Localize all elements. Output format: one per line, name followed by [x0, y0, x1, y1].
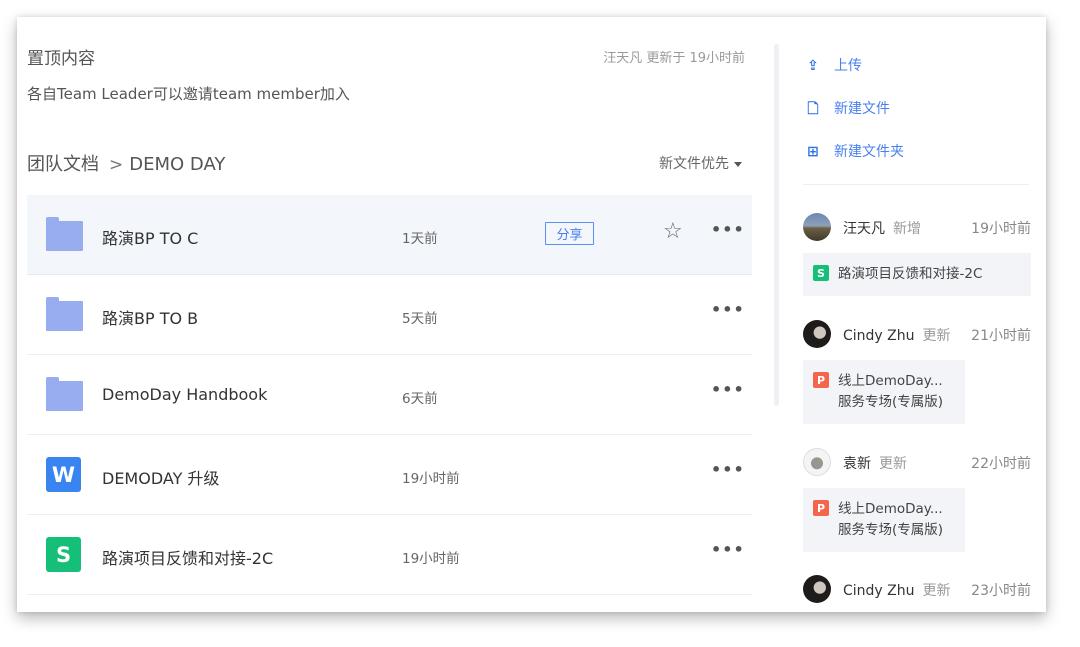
file-row[interactable]: 路演BP TO B 5天前 ••• — [27, 275, 752, 355]
file-name[interactable]: DEMODAY 升级 — [102, 465, 219, 489]
activity-file[interactable]: P 线上DemoDay...服务专场(专属版) — [803, 360, 965, 424]
new-folder-label: 新建文件夹 — [834, 144, 904, 160]
breadcrumb-root[interactable]: 团队文档 — [27, 154, 99, 175]
document-panel: 置顶内容 汪天凡 更新于 19小时前 各自Team Leader可以邀请team… — [17, 17, 1046, 612]
activity-item: Cindy Zhu 更新 21小时前 P 线上DemoDay...服务专场(专属版… — [803, 320, 1031, 424]
divider — [803, 184, 1029, 185]
share-button[interactable]: 分享 — [545, 222, 594, 245]
breadcrumb: 团队文档 > DEMO DAY — [27, 150, 225, 176]
file-list: 路演BP TO C 1天前 分享 ☆ ••• 路演BP TO B 5天前 •••… — [27, 195, 752, 595]
pinned-description[interactable]: 各自Team Leader可以邀请team member加入 — [27, 83, 350, 104]
file-row[interactable]: 路演BP TO C 1天前 分享 ☆ ••• — [27, 195, 752, 275]
activity-item: Cindy Zhu 更新 23小时前 — [803, 575, 1031, 603]
more-icon[interactable]: ••• — [711, 382, 745, 398]
breadcrumb-current: DEMO DAY — [129, 154, 226, 175]
activity-time: 21小时前 — [971, 328, 1031, 344]
file-time: 19小时前 — [402, 471, 460, 487]
new-file-label: 新建文件 — [834, 101, 890, 117]
file-name[interactable]: DemoDay Handbook — [102, 385, 267, 404]
avatar[interactable] — [803, 213, 831, 241]
activity-item: 汪天凡 新增 19小时前 S 路演项目反馈和对接-2C — [803, 213, 1031, 296]
activity-verb: 更新 — [879, 456, 907, 472]
avatar[interactable] — [803, 448, 831, 476]
file-name[interactable]: 路演BP TO C — [102, 225, 198, 249]
ppt-doc-icon: P — [813, 500, 829, 516]
more-icon[interactable]: ••• — [711, 542, 745, 558]
activity-file[interactable]: P 线上DemoDay...服务专场(专属版) — [803, 488, 965, 552]
activity-time: 22小时前 — [971, 456, 1031, 472]
file-name[interactable]: 路演BP TO B — [102, 305, 198, 329]
more-icon[interactable]: ••• — [711, 462, 745, 478]
pinned-title: 置顶内容 — [27, 49, 95, 69]
new-file-button[interactable]: 🗋 新建文件 — [804, 98, 890, 122]
activity-user[interactable]: 汪天凡 — [843, 221, 885, 237]
file-name[interactable]: 路演项目反馈和对接-2C — [102, 545, 273, 569]
file-row[interactable]: S 路演项目反馈和对接-2C 19小时前 ••• — [27, 515, 752, 595]
activity-user[interactable]: Cindy Zhu — [843, 328, 915, 344]
star-icon[interactable]: ☆ — [663, 221, 683, 243]
activity-file[interactable]: S 路演项目反馈和对接-2C — [803, 253, 1031, 296]
activity-file-name: 路演项目反馈和对接-2C — [838, 266, 983, 282]
avatar[interactable] — [803, 575, 831, 603]
activity-verb: 更新 — [922, 583, 951, 599]
activity-verb: 更新 — [922, 328, 951, 344]
folder-icon — [46, 377, 83, 411]
pinned-meta: 汪天凡 更新于 19小时前 — [603, 51, 745, 66]
file-time: 5天前 — [402, 311, 438, 327]
new-folder-icon: ⊞ — [807, 144, 819, 160]
activity-file-name: 线上DemoDay...服务专场(专属版) — [838, 501, 944, 538]
file-time: 19小时前 — [402, 551, 460, 567]
new-file-icon: 🗋 — [807, 101, 819, 117]
more-icon[interactable]: ••• — [711, 222, 745, 238]
activity-file-name: 线上DemoDay...服务专场(专属版) — [838, 373, 944, 410]
sort-dropdown[interactable]: 新文件优先 — [659, 153, 742, 173]
file-time: 1天前 — [402, 231, 438, 247]
sort-label: 新文件优先 — [659, 156, 729, 172]
sheet-doc-icon: S — [46, 537, 83, 572]
folder-icon — [46, 297, 83, 331]
more-icon[interactable]: ••• — [711, 302, 745, 318]
file-row[interactable]: W DEMODAY 升级 19小时前 ••• — [27, 435, 752, 515]
activity-item: 袁新 更新 22小时前 P 线上DemoDay...服务专场(专属版) — [803, 448, 1031, 552]
sheet-doc-icon: S — [813, 265, 829, 281]
file-row[interactable]: DemoDay Handbook 6天前 ••• — [27, 355, 752, 435]
caret-down-icon — [734, 161, 742, 167]
word-doc-icon: W — [46, 457, 83, 492]
activity-user[interactable]: Cindy Zhu — [843, 583, 915, 599]
activity-verb: 新增 — [893, 221, 921, 237]
new-folder-button[interactable]: ⊞ 新建文件夹 — [804, 141, 904, 161]
activity-time: 19小时前 — [971, 221, 1031, 237]
ppt-doc-icon: P — [813, 372, 829, 388]
file-time: 6天前 — [402, 391, 438, 407]
breadcrumb-separator: > — [109, 155, 124, 175]
upload-icon: ⇪ — [807, 58, 819, 74]
avatar[interactable] — [803, 320, 831, 348]
scrollbar[interactable] — [774, 44, 779, 406]
upload-button[interactable]: ⇪ 上传 — [804, 55, 862, 75]
upload-label: 上传 — [834, 58, 862, 74]
activity-time: 23小时前 — [971, 583, 1031, 599]
activity-user[interactable]: 袁新 — [843, 456, 871, 472]
folder-icon — [46, 217, 83, 251]
